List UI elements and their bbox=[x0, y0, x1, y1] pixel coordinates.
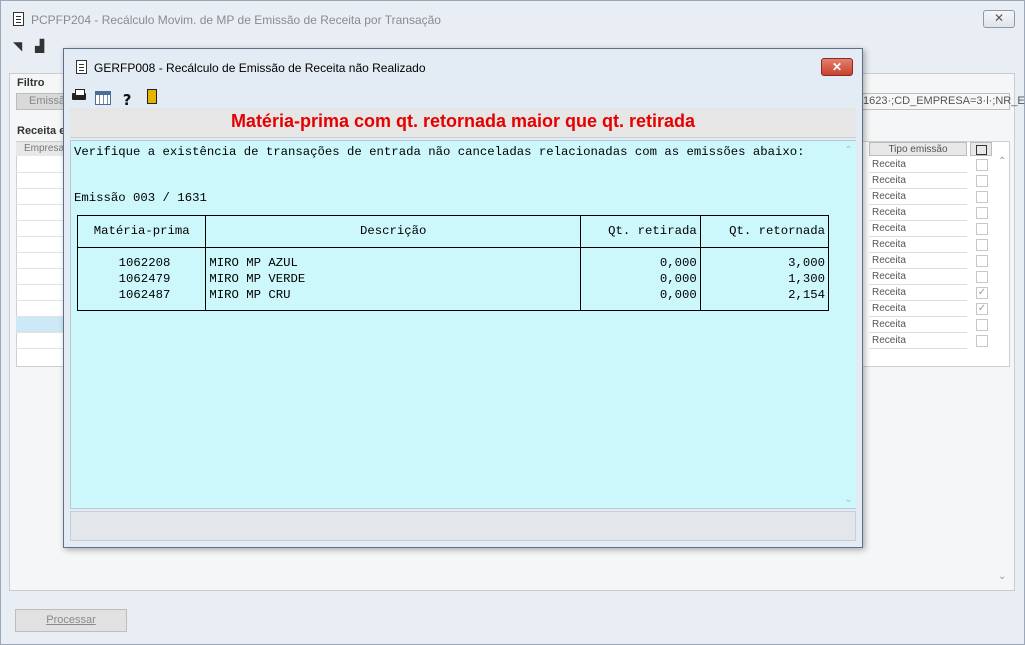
row-checkbox[interactable] bbox=[976, 271, 988, 283]
document-icon bbox=[13, 12, 24, 26]
returned-qty: 1,300 bbox=[788, 271, 825, 286]
material-code: 1062487 bbox=[118, 287, 171, 302]
emission-type-cell: Receita bbox=[869, 269, 967, 285]
material-code: 1062479 bbox=[118, 271, 171, 286]
row-checkbox[interactable] bbox=[976, 223, 988, 235]
row-checkbox[interactable] bbox=[976, 175, 988, 187]
cell-material-list: 1062208 1062479 1062487 bbox=[78, 247, 207, 310]
copy-icon[interactable]: ▟ bbox=[35, 39, 44, 53]
emission-type-cell: Receita bbox=[869, 189, 967, 205]
cell-description-list: MIRO MP AZUL MIRO MP VERDE MIRO MP CRU bbox=[205, 247, 581, 310]
row-checkbox[interactable] bbox=[976, 207, 988, 219]
grid-group-label: Receita e bbox=[15, 125, 68, 137]
emission-type-cell: Receita bbox=[869, 205, 967, 221]
row-checkbox[interactable] bbox=[976, 239, 988, 251]
row-checkbox[interactable]: ✓ bbox=[976, 287, 988, 299]
row-checkbox[interactable] bbox=[976, 319, 988, 331]
scroll-down-icon[interactable]: ⌄ bbox=[998, 571, 1006, 582]
table-row[interactable] bbox=[16, 333, 66, 349]
printer-icon[interactable] bbox=[70, 87, 88, 105]
table-row[interactable] bbox=[16, 237, 66, 253]
column-header-description: Descrição bbox=[205, 216, 581, 248]
cell-withdrawn-list: 0,000 0,000 0,000 bbox=[580, 247, 701, 310]
row-checkbox[interactable] bbox=[976, 191, 988, 203]
cell-returned-list: 3,000 1,300 2,154 bbox=[700, 247, 828, 310]
row-checkbox[interactable] bbox=[976, 255, 988, 267]
emission-type-cell: Receita bbox=[869, 333, 967, 349]
returned-qty: 3,000 bbox=[788, 255, 825, 270]
emission-type-cell: Receita bbox=[869, 173, 967, 189]
table-row[interactable] bbox=[16, 269, 66, 285]
row-checkbox[interactable]: ✓ bbox=[976, 303, 988, 315]
material-code: 1062208 bbox=[118, 255, 171, 270]
window-title: PCPFP204 - Recálculo Movim. de MP de Emi… bbox=[31, 13, 441, 27]
dialog-toolbar: ? bbox=[70, 87, 165, 109]
filter-tab[interactable]: Emissã bbox=[17, 94, 69, 109]
column-header-company[interactable]: Empresa bbox=[16, 142, 66, 156]
select-all-checkbox[interactable] bbox=[970, 142, 992, 156]
document-icon bbox=[76, 60, 87, 74]
exit-door-icon[interactable] bbox=[143, 87, 161, 105]
table-row[interactable] bbox=[16, 253, 66, 269]
table-row: 1062208 1062479 1062487 MIRO MP AZUL MIR… bbox=[78, 247, 828, 310]
error-dialog: GERFP008 - Recálculo de Emissão de Recei… bbox=[63, 48, 863, 548]
dialog-title: GERFP008 - Recálculo de Emissão de Recei… bbox=[94, 61, 426, 75]
column-header-withdrawn: Qt. retirada bbox=[580, 216, 701, 248]
material-description: MIRO MP AZUL bbox=[209, 255, 298, 270]
column-header-material: Matéria-prima bbox=[78, 216, 207, 248]
table-row[interactable] bbox=[16, 173, 66, 189]
close-button[interactable]: ✕ bbox=[983, 10, 1015, 28]
arrow-icon[interactable]: ◥ bbox=[13, 39, 22, 53]
help-icon[interactable]: ? bbox=[118, 91, 136, 109]
column-header-returned: Qt. retornada bbox=[700, 216, 828, 248]
table-row[interactable] bbox=[16, 285, 66, 301]
scroll-down-icon[interactable]: ⌄ bbox=[841, 494, 856, 505]
error-heading: Matéria-prima com qt. retornada maior qu… bbox=[230, 111, 696, 131]
table-row[interactable] bbox=[16, 221, 66, 237]
withdrawn-qty: 0,000 bbox=[659, 287, 697, 302]
dialog-close-button[interactable]: ✕ bbox=[821, 58, 853, 76]
table-row[interactable] bbox=[16, 317, 66, 333]
table-row[interactable] bbox=[16, 157, 66, 173]
material-description: MIRO MP CRU bbox=[209, 287, 291, 302]
table-row[interactable] bbox=[16, 301, 66, 317]
emission-type-cell: Receita bbox=[869, 317, 967, 333]
filter-text: 1623·;CD_EMPRESA=3·l·;NR_E bbox=[863, 95, 1025, 107]
emission-type-cell: Receita bbox=[869, 221, 967, 237]
returned-qty: 2,154 bbox=[788, 287, 825, 302]
report-scrollbar[interactable]: ⌃ ⌄ bbox=[841, 141, 856, 508]
scroll-up-icon[interactable]: ⌃ bbox=[841, 145, 856, 156]
emission-type-cell: Receita bbox=[869, 301, 967, 317]
materials-table: Matéria-prima Descrição Qt. retirada Qt.… bbox=[77, 215, 829, 311]
filter-group-label: Filtro bbox=[15, 77, 47, 89]
row-checkbox[interactable] bbox=[976, 335, 988, 347]
emission-type-cell: Receita bbox=[869, 157, 967, 173]
vertical-scrollbar[interactable]: ⌃ ⌄ bbox=[995, 156, 1011, 588]
withdrawn-qty: 0,000 bbox=[659, 255, 697, 270]
table-row[interactable] bbox=[16, 205, 66, 221]
table-row[interactable] bbox=[16, 189, 66, 205]
withdrawn-qty: 0,000 bbox=[659, 271, 697, 286]
calculator-icon[interactable] bbox=[95, 91, 112, 105]
emission-type-cell: Receita bbox=[869, 253, 967, 269]
emission-type-cell: Receita bbox=[869, 237, 967, 253]
row-checkbox[interactable] bbox=[976, 159, 988, 171]
process-button-label: Processar bbox=[46, 614, 96, 626]
emission-label: Emissão 003 / 1631 bbox=[74, 191, 207, 205]
process-button[interactable]: Processar bbox=[15, 609, 127, 632]
column-header-emission-type[interactable]: Tipo emissão bbox=[869, 142, 967, 156]
report-panel: Verifique a existência de transações de … bbox=[70, 140, 856, 509]
scroll-up-icon[interactable]: ⌃ bbox=[998, 156, 1006, 167]
heading-band: Matéria-prima com qt. retornada maior qu… bbox=[70, 108, 856, 138]
material-description: MIRO MP VERDE bbox=[209, 271, 306, 286]
report-message: Verifique a existência de transações de … bbox=[74, 145, 805, 159]
emission-type-cell: Receita bbox=[869, 285, 967, 301]
dialog-status-bar bbox=[70, 511, 856, 541]
